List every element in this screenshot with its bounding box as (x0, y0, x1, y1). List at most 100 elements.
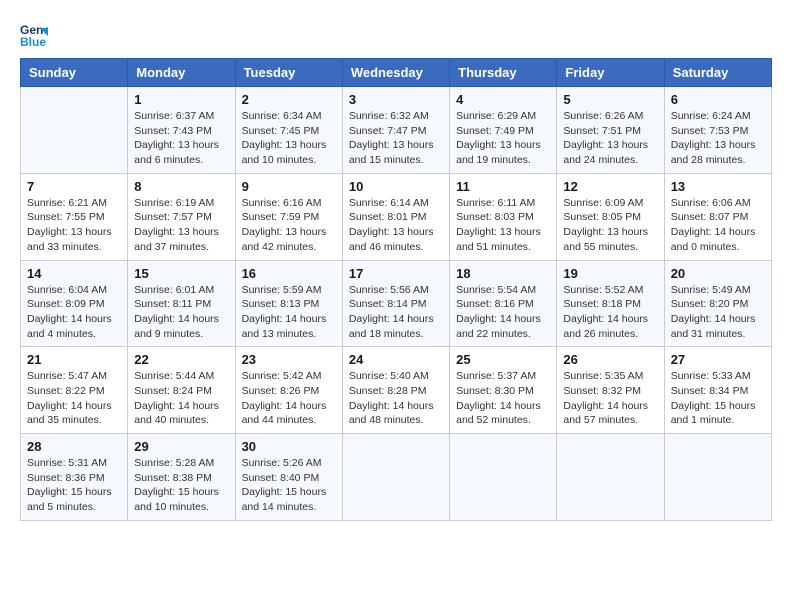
calendar-cell: 18Sunrise: 5:54 AM Sunset: 8:16 PM Dayli… (450, 260, 557, 347)
day-number: 28 (27, 439, 121, 454)
day-info: Sunrise: 5:47 AM Sunset: 8:22 PM Dayligh… (27, 369, 121, 428)
calendar-cell: 27Sunrise: 5:33 AM Sunset: 8:34 PM Dayli… (664, 347, 771, 434)
day-number: 16 (242, 266, 336, 281)
day-number: 9 (242, 179, 336, 194)
day-number: 6 (671, 92, 765, 107)
day-number: 10 (349, 179, 443, 194)
calendar-cell: 1 Sunrise: 6:37 AM Sunset: 7:43 PM Daylig… (128, 87, 235, 174)
day-number: 22 (134, 352, 228, 367)
weekday-header: Wednesday (342, 59, 449, 87)
calendar-cell: 2 Sunrise: 6:34 AM Sunset: 7:45 PM Daylig… (235, 87, 342, 174)
day-info: Sunrise: 6:11 AM Sunset: 8:03 PM Dayligh… (456, 196, 550, 255)
day-number: 7 (27, 179, 121, 194)
day-number: 1 (134, 92, 228, 107)
calendar-cell: 23 Sunrise: 5:42 AM Sunset: 8:26 PM Dayli… (235, 347, 342, 434)
day-info: Sunrise: 6:32 AM Sunset: 7:47 PM Dayligh… (349, 109, 443, 168)
calendar-cell: 13Sunrise: 6:06 AM Sunset: 8:07 PM Dayli… (664, 173, 771, 260)
calendar-cell: 16 Sunrise: 5:59 AM Sunset: 8:13 PM Dayli… (235, 260, 342, 347)
calendar-table: SundayMondayTuesdayWednesdayThursdayFrid… (20, 58, 772, 521)
day-info: Sunrise: 6:29 AM Sunset: 7:49 PM Dayligh… (456, 109, 550, 168)
day-number: 3 (349, 92, 443, 107)
day-number: 23 (242, 352, 336, 367)
calendar-cell: 19 Sunrise: 5:52 AM Sunset: 8:18 PM Dayli… (557, 260, 664, 347)
calendar-cell: 26 Sunrise: 5:35 AM Sunset: 8:32 PM Dayli… (557, 347, 664, 434)
day-number: 4 (456, 92, 550, 107)
calendar-cell: 25 Sunrise: 5:37 AM Sunset: 8:30 PM Dayli… (450, 347, 557, 434)
calendar-cell (664, 434, 771, 521)
calendar-cell: 15 Sunrise: 6:01 AM Sunset: 8:11 PM Dayli… (128, 260, 235, 347)
calendar-cell: 8 Sunrise: 6:19 AM Sunset: 7:57 PM Daylig… (128, 173, 235, 260)
day-info: Sunrise: 6:34 AM Sunset: 7:45 PM Dayligh… (242, 109, 336, 168)
day-number: 11 (456, 179, 550, 194)
day-info: Sunrise: 6:01 AM Sunset: 8:11 PM Dayligh… (134, 283, 228, 342)
day-info: Sunrise: 5:26 AM Sunset: 8:40 PM Dayligh… (242, 456, 336, 515)
calendar-cell (557, 434, 664, 521)
calendar-cell: 22 Sunrise: 5:44 AM Sunset: 8:24 PM Dayli… (128, 347, 235, 434)
page-header: General Blue (20, 20, 772, 48)
day-info: Sunrise: 6:19 AM Sunset: 7:57 PM Dayligh… (134, 196, 228, 255)
calendar-cell: 10Sunrise: 6:14 AM Sunset: 8:01 PM Dayli… (342, 173, 449, 260)
calendar-cell: 21 Sunrise: 5:47 AM Sunset: 8:22 PM Dayli… (21, 347, 128, 434)
day-info: Sunrise: 5:52 AM Sunset: 8:18 PM Dayligh… (563, 283, 657, 342)
day-number: 20 (671, 266, 765, 281)
day-number: 24 (349, 352, 443, 367)
day-number: 8 (134, 179, 228, 194)
calendar-cell: 17 Sunrise: 5:56 AM Sunset: 8:14 PM Dayli… (342, 260, 449, 347)
day-info: Sunrise: 6:37 AM Sunset: 7:43 PM Dayligh… (134, 109, 228, 168)
day-number: 27 (671, 352, 765, 367)
day-info: Sunrise: 5:42 AM Sunset: 8:26 PM Dayligh… (242, 369, 336, 428)
day-number: 17 (349, 266, 443, 281)
day-info: Sunrise: 6:06 AM Sunset: 8:07 PM Dayligh… (671, 196, 765, 255)
calendar-cell: 7Sunrise: 6:21 AM Sunset: 7:55 PM Daylig… (21, 173, 128, 260)
day-info: Sunrise: 5:37 AM Sunset: 8:30 PM Dayligh… (456, 369, 550, 428)
calendar-cell: 5 Sunrise: 6:26 AM Sunset: 7:51 PM Daylig… (557, 87, 664, 174)
calendar-cell: 28 Sunrise: 5:31 AM Sunset: 8:36 PM Dayli… (21, 434, 128, 521)
day-number: 2 (242, 92, 336, 107)
calendar-cell (21, 87, 128, 174)
calendar-cell (342, 434, 449, 521)
calendar-cell: 30 Sunrise: 5:26 AM Sunset: 8:40 PM Dayli… (235, 434, 342, 521)
day-info: Sunrise: 5:35 AM Sunset: 8:32 PM Dayligh… (563, 369, 657, 428)
day-number: 18 (456, 266, 550, 281)
weekday-header: Tuesday (235, 59, 342, 87)
weekday-header-row: SundayMondayTuesdayWednesdayThursdayFrid… (21, 59, 772, 87)
calendar-week-row: 14Sunrise: 6:04 AM Sunset: 8:09 PM Dayli… (21, 260, 772, 347)
calendar-cell: 29Sunrise: 5:28 AM Sunset: 8:38 PM Dayli… (128, 434, 235, 521)
weekday-header: Friday (557, 59, 664, 87)
weekday-header: Sunday (21, 59, 128, 87)
calendar-cell: 11 Sunrise: 6:11 AM Sunset: 8:03 PM Dayli… (450, 173, 557, 260)
day-number: 25 (456, 352, 550, 367)
day-info: Sunrise: 5:59 AM Sunset: 8:13 PM Dayligh… (242, 283, 336, 342)
svg-text:Blue: Blue (20, 35, 46, 48)
day-number: 26 (563, 352, 657, 367)
day-number: 5 (563, 92, 657, 107)
day-info: Sunrise: 5:40 AM Sunset: 8:28 PM Dayligh… (349, 369, 443, 428)
weekday-header: Thursday (450, 59, 557, 87)
day-info: Sunrise: 5:44 AM Sunset: 8:24 PM Dayligh… (134, 369, 228, 428)
day-info: Sunrise: 6:04 AM Sunset: 8:09 PM Dayligh… (27, 283, 121, 342)
calendar-cell: 12Sunrise: 6:09 AM Sunset: 8:05 PM Dayli… (557, 173, 664, 260)
day-number: 30 (242, 439, 336, 454)
calendar-cell: 20 Sunrise: 5:49 AM Sunset: 8:20 PM Dayli… (664, 260, 771, 347)
day-number: 19 (563, 266, 657, 281)
calendar-week-row: 7Sunrise: 6:21 AM Sunset: 7:55 PM Daylig… (21, 173, 772, 260)
day-info: Sunrise: 5:28 AM Sunset: 8:38 PM Dayligh… (134, 456, 228, 515)
calendar-cell: 24 Sunrise: 5:40 AM Sunset: 8:28 PM Dayli… (342, 347, 449, 434)
day-info: Sunrise: 5:56 AM Sunset: 8:14 PM Dayligh… (349, 283, 443, 342)
calendar-cell: 6 Sunrise: 6:24 AM Sunset: 7:53 PM Daylig… (664, 87, 771, 174)
day-number: 15 (134, 266, 228, 281)
day-number: 21 (27, 352, 121, 367)
day-info: Sunrise: 6:24 AM Sunset: 7:53 PM Dayligh… (671, 109, 765, 168)
calendar-cell: 3 Sunrise: 6:32 AM Sunset: 7:47 PM Daylig… (342, 87, 449, 174)
day-info: Sunrise: 6:09 AM Sunset: 8:05 PM Dayligh… (563, 196, 657, 255)
weekday-header: Saturday (664, 59, 771, 87)
day-info: Sunrise: 5:31 AM Sunset: 8:36 PM Dayligh… (27, 456, 121, 515)
calendar-cell: 14Sunrise: 6:04 AM Sunset: 8:09 PM Dayli… (21, 260, 128, 347)
calendar-cell: 9Sunrise: 6:16 AM Sunset: 7:59 PM Daylig… (235, 173, 342, 260)
day-info: Sunrise: 6:26 AM Sunset: 7:51 PM Dayligh… (563, 109, 657, 168)
calendar-week-row: 28 Sunrise: 5:31 AM Sunset: 8:36 PM Dayli… (21, 434, 772, 521)
calendar-week-row: 1 Sunrise: 6:37 AM Sunset: 7:43 PM Daylig… (21, 87, 772, 174)
day-info: Sunrise: 5:49 AM Sunset: 8:20 PM Dayligh… (671, 283, 765, 342)
calendar-cell: 4 Sunrise: 6:29 AM Sunset: 7:49 PM Daylig… (450, 87, 557, 174)
calendar-week-row: 21 Sunrise: 5:47 AM Sunset: 8:22 PM Dayli… (21, 347, 772, 434)
